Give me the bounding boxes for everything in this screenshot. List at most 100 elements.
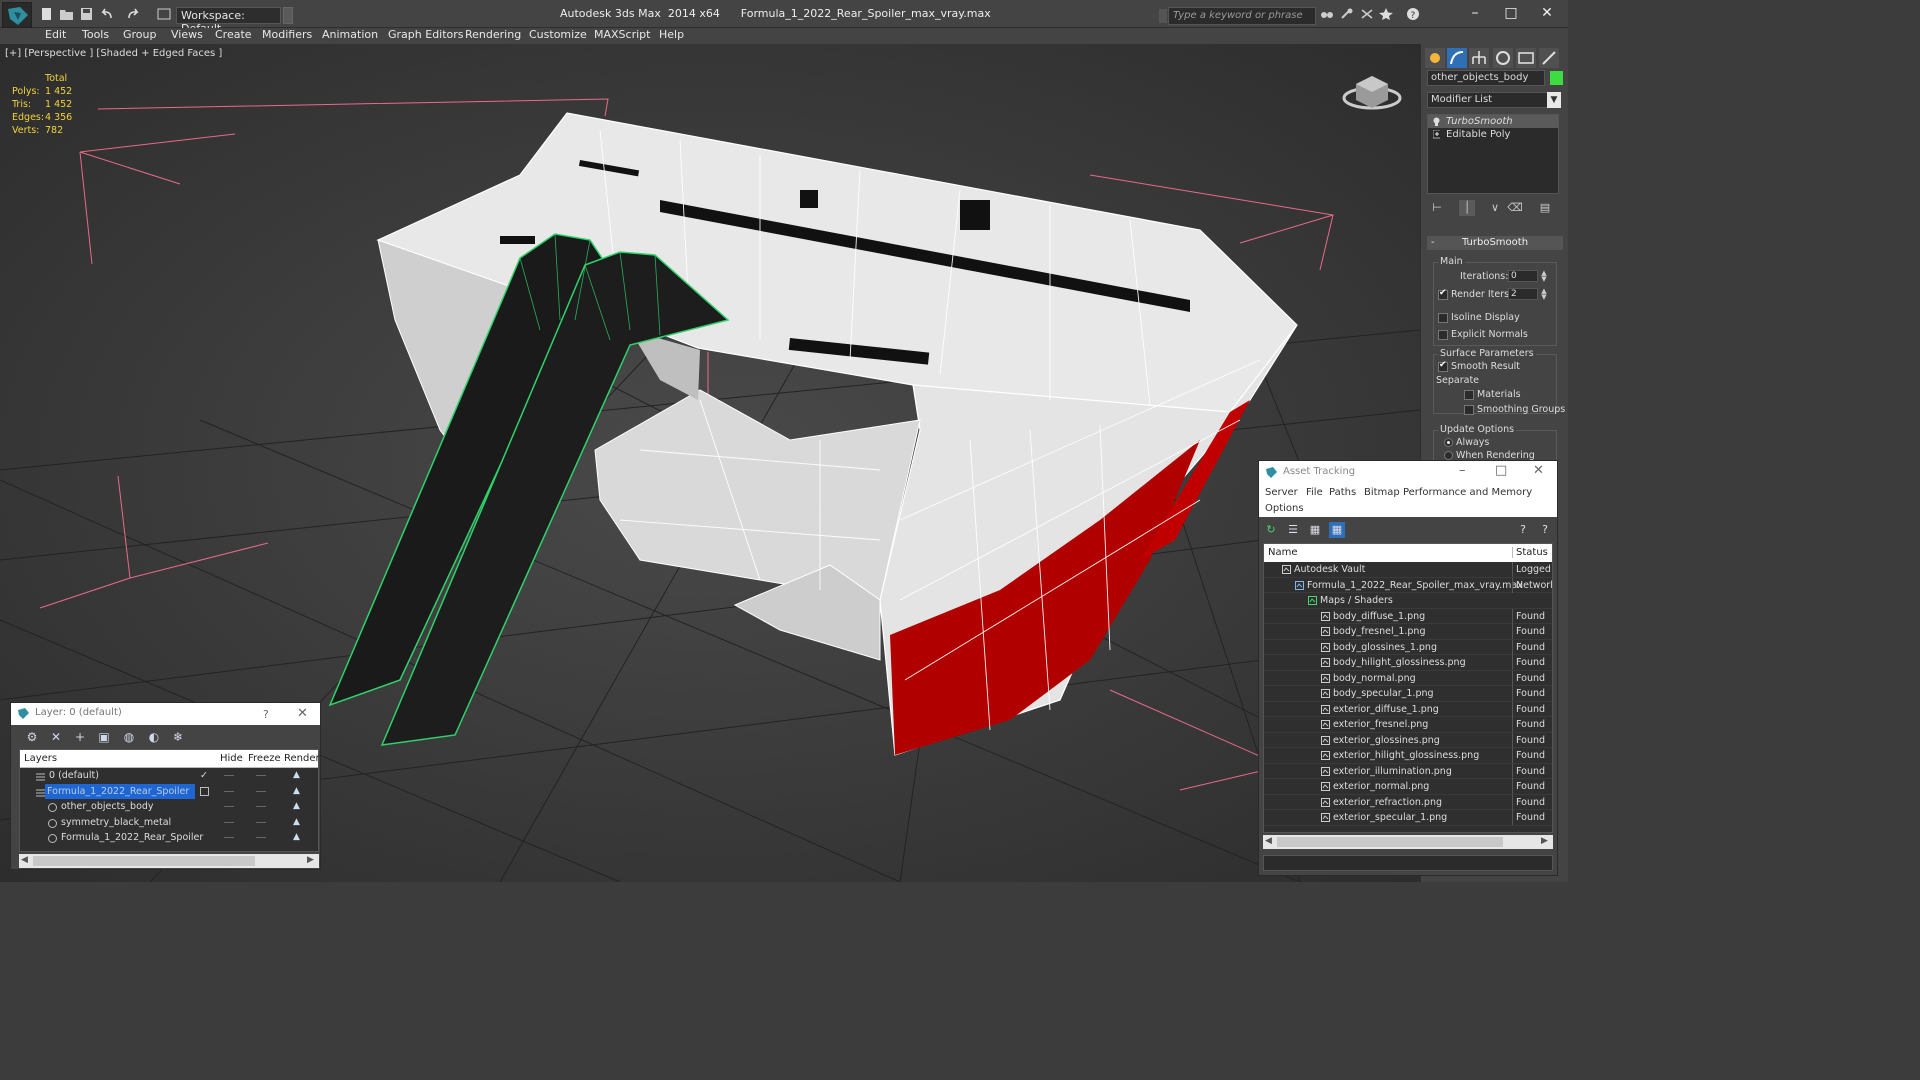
close-icon[interactable]: ✕ xyxy=(1533,463,1544,478)
hide-toggle[interactable] xyxy=(224,837,234,838)
select-layer-objects-icon[interactable]: ▣ xyxy=(95,729,113,745)
asset-row[interactable]: Formula_1_2022_Rear_Spoiler_max_vray.max… xyxy=(1264,577,1552,593)
scroll-right-icon[interactable]: ▶ xyxy=(1541,836,1548,846)
layer-row[interactable]: 0 (default) ✓ ▲ xyxy=(20,768,318,784)
thumbnail-view-icon[interactable]: ▦ xyxy=(1307,522,1323,538)
layer-dialog-titlebar[interactable]: Layer: 0 (default) ? ✕ xyxy=(11,703,320,725)
menu-options[interactable]: Options xyxy=(1265,503,1304,514)
spinner-arrows-icon[interactable]: ▲ ▼ xyxy=(1540,270,1548,283)
chevron-down-icon[interactable]: ▼ xyxy=(1547,92,1561,108)
menu-bitmap-performance[interactable]: Bitmap Performance and Memory xyxy=(1364,487,1532,498)
redo-icon[interactable] xyxy=(127,8,141,20)
scroll-left-icon[interactable]: ◀ xyxy=(1265,836,1272,846)
layer-row[interactable]: other_objects_body ▲ xyxy=(20,799,318,815)
scrollbar-thumb[interactable] xyxy=(33,856,255,866)
menu-maxscript[interactable]: MAXScript xyxy=(594,28,650,44)
modify-tab-icon[interactable] xyxy=(1447,48,1467,68)
asset-row[interactable]: exterior_hilight_glossiness.png Found xyxy=(1264,748,1552,764)
delete-layer-icon[interactable]: ✕ xyxy=(47,729,65,745)
freeze-toggle[interactable] xyxy=(256,790,266,792)
column-hide[interactable]: Hide xyxy=(220,753,243,764)
iterations-spinner[interactable]: 0 xyxy=(1508,270,1538,282)
asset-row[interactable]: Autodesk Vault Logged O xyxy=(1264,562,1552,578)
menu-edit[interactable]: Edit xyxy=(45,28,66,44)
asset-row[interactable]: body_fresnel_1.png Found xyxy=(1264,624,1552,640)
utilities-tab-icon[interactable] xyxy=(1539,48,1559,68)
make-unique-icon[interactable]: ∨ xyxy=(1487,200,1503,216)
freeze-toggle[interactable] xyxy=(256,806,266,807)
hide-toggle[interactable] xyxy=(224,790,234,792)
app-logo-button[interactable] xyxy=(2,2,32,28)
list-view-icon[interactable]: ☰ xyxy=(1285,522,1301,538)
motion-tab-icon[interactable] xyxy=(1493,48,1513,68)
binoculars-icon[interactable] xyxy=(1320,8,1334,20)
make-active-box[interactable] xyxy=(200,786,209,796)
column-render[interactable]: Render xyxy=(284,753,320,764)
hide-all-layers-icon[interactable]: ◐ xyxy=(145,729,163,745)
column-layers[interactable]: Layers xyxy=(24,753,57,764)
render-teapot-icon[interactable]: ▲ xyxy=(293,786,303,796)
close-icon[interactable]: ✕ xyxy=(297,706,308,721)
menu-group[interactable]: Group xyxy=(123,28,157,44)
smooth-result-checkbox[interactable] xyxy=(1438,360,1448,372)
explicit-normals-checkbox[interactable] xyxy=(1438,330,1448,340)
asset-row[interactable]: exterior_fresnel.png Found xyxy=(1264,717,1552,733)
create-tab-icon[interactable] xyxy=(1425,48,1445,68)
rollout-header[interactable]: - TurboSmooth xyxy=(1427,236,1563,250)
minimize-icon[interactable]: – xyxy=(1464,4,1486,22)
save-icon[interactable] xyxy=(80,8,94,20)
scroll-right-icon[interactable]: ▶ xyxy=(307,855,314,865)
freeze-toggle[interactable] xyxy=(256,837,266,838)
pin-stack-icon[interactable]: ⊢ xyxy=(1429,200,1445,216)
menu-rendering[interactable]: Rendering xyxy=(465,28,521,44)
render-teapot-icon[interactable]: ▲ xyxy=(293,802,303,811)
layer-row[interactable]: Formula_1_2022_Rear_Spoiler ▲ xyxy=(20,783,318,800)
favorites-star-icon[interactable] xyxy=(1379,8,1393,20)
stack-item-editable-poly[interactable]: Editable Poly xyxy=(1428,128,1558,141)
stack-item-turbosmooth[interactable]: TurboSmooth xyxy=(1428,115,1558,128)
hide-toggle[interactable] xyxy=(224,775,234,776)
asset-row[interactable]: exterior_normal.png Found xyxy=(1264,779,1552,795)
layer-row[interactable]: symmetry_black_metal ▲ xyxy=(20,815,318,831)
search-input[interactable]: Type a keyword or phrase xyxy=(1168,7,1316,25)
project-folder-icon[interactable] xyxy=(157,8,171,20)
hide-toggle[interactable] xyxy=(224,806,234,807)
object-name-field[interactable]: other_objects_body xyxy=(1427,70,1545,86)
help-icon[interactable]: ? xyxy=(1537,522,1553,538)
layer-horizontal-scrollbar[interactable]: ◀ ▶ xyxy=(19,854,319,868)
menu-server[interactable]: Server xyxy=(1265,487,1298,498)
workspace-dropdown[interactable]: Workspace: Default xyxy=(176,7,281,35)
menu-graph-editors[interactable]: Graph Editors xyxy=(388,28,464,44)
highlight-layer-icon[interactable]: ◍ xyxy=(120,729,138,745)
asset-row[interactable]: exterior_illumination.png Found xyxy=(1264,763,1552,779)
smoothing-groups-checkbox[interactable] xyxy=(1464,405,1474,415)
render-teapot-icon[interactable]: ▲ xyxy=(293,771,303,780)
asset-row[interactable]: exterior_diffuse_1.png Found xyxy=(1264,701,1552,717)
display-tab-icon[interactable] xyxy=(1516,48,1536,68)
lightbulb-icon[interactable] xyxy=(1433,117,1440,126)
asset-dialog-titlebar[interactable]: Asset Tracking – □ ✕ xyxy=(1259,461,1557,485)
active-layer-check-icon[interactable]: ✓ xyxy=(200,768,208,783)
freeze-toggle[interactable] xyxy=(256,775,266,776)
column-name[interactable]: Name xyxy=(1268,547,1298,558)
asset-row[interactable]: body_specular_1.png Found xyxy=(1264,686,1552,702)
search-expand-icon[interactable] xyxy=(1159,9,1167,23)
spinner-arrows-icon[interactable]: ▲ ▼ xyxy=(1540,288,1548,301)
menu-file[interactable]: File xyxy=(1306,487,1323,498)
expand-plus-icon[interactable] xyxy=(1433,130,1440,139)
scroll-left-icon[interactable]: ◀ xyxy=(21,855,28,865)
asset-row[interactable]: body_hilight_glossiness.png Found xyxy=(1264,655,1552,671)
layer-settings-icon[interactable]: ⚙ xyxy=(23,729,41,745)
modifier-list-dropdown[interactable]: Modifier List xyxy=(1427,92,1553,108)
asset-row[interactable]: exterior_specular_1.png Found xyxy=(1264,810,1552,826)
refresh-icon[interactable]: ↻ xyxy=(1263,522,1279,538)
configure-sets-icon[interactable]: ▤ xyxy=(1537,200,1553,216)
show-end-result-icon[interactable]: │ xyxy=(1459,200,1475,216)
menu-views[interactable]: Views xyxy=(171,28,203,44)
asset-horizontal-scrollbar[interactable]: ◀ ▶ xyxy=(1263,835,1553,849)
undo-icon[interactable] xyxy=(99,8,113,20)
menu-help[interactable]: Help xyxy=(659,28,684,44)
object-color-swatch[interactable] xyxy=(1550,71,1563,85)
menu-create[interactable]: Create xyxy=(215,28,252,44)
help-icon[interactable]: ? xyxy=(263,708,269,721)
